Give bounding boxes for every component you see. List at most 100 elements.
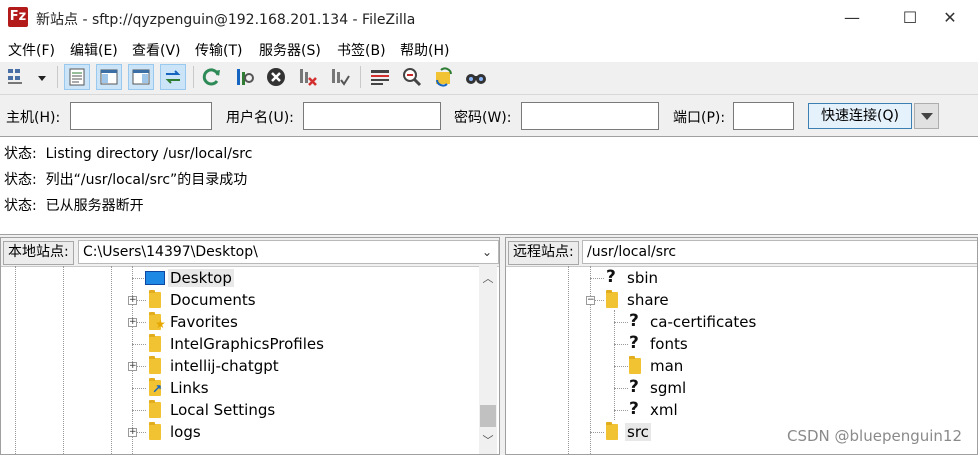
collapse-icon[interactable]: − — [586, 296, 595, 305]
minimize-icon: — — [844, 8, 860, 27]
tree-item-label: sgml — [650, 379, 687, 397]
menu-transfer[interactable]: 传输(T) — [195, 40, 242, 60]
close-button[interactable]: ✕ — [922, 0, 978, 36]
title-bar: Fz 新站点 - sftp://qyzpenguin@192.168.201.1… — [0, 0, 978, 36]
menu-bookmarks[interactable]: 书签(B) — [337, 40, 386, 60]
toolbar-separator — [193, 66, 194, 88]
toggle-local-tree-icon — [100, 69, 118, 85]
site-manager-dropdown[interactable] — [32, 64, 52, 90]
directory-filter-button[interactable] — [367, 64, 393, 90]
remote-tree-item-ca-certificates[interactable]: ? ca-certificates — [506, 311, 977, 333]
reconnect-button[interactable] — [327, 64, 353, 90]
compare-button[interactable] — [399, 64, 425, 90]
tree-item-label: Local Settings — [170, 401, 276, 419]
remote-path-combobox[interactable]: /usr/local/src — [582, 240, 977, 264]
sync-browse-button[interactable] — [431, 64, 457, 90]
menu-edit[interactable]: 编辑(E) — [70, 40, 118, 60]
reconnect-icon — [332, 69, 350, 86]
disconnect-button[interactable] — [295, 64, 321, 90]
local-tree-item-local-settings[interactable]: Local Settings — [1, 399, 479, 421]
menu-view[interactable]: 查看(V) — [132, 40, 181, 60]
folder-icon — [149, 400, 161, 418]
password-label: 密码(W): — [454, 110, 512, 126]
search-button[interactable] — [463, 64, 489, 90]
remote-tree-item-share[interactable]: − share — [506, 289, 977, 311]
local-site-bar: 本地站点: C:\Users\14397\Desktop\ ⌄ — [1, 238, 499, 267]
toggle-local-tree-button[interactable] — [96, 64, 122, 90]
local-path-combobox[interactable]: C:\Users\14397\Desktop\ ⌄ — [78, 240, 499, 264]
password-field[interactable] — [521, 102, 659, 130]
tree-item-label: man — [650, 357, 684, 375]
cancel-button[interactable] — [263, 64, 289, 90]
toggle-log-icon — [69, 68, 85, 86]
cancel-icon — [267, 68, 285, 86]
local-tree-item-intelgraphicsprofiles[interactable]: IntelGraphicsProfiles — [1, 333, 479, 355]
folder-icon — [606, 290, 618, 308]
folder-icon — [606, 422, 618, 440]
directory-listing-filter-icon — [371, 70, 389, 85]
quickconnect-dropdown[interactable] — [914, 103, 939, 129]
folder-icon — [629, 356, 641, 374]
scrollbar-thumb[interactable] — [480, 405, 496, 427]
port-field[interactable] — [733, 102, 794, 130]
username-field[interactable] — [303, 102, 441, 130]
local-tree-item-logs[interactable]: + logs — [1, 421, 479, 443]
remote-tree-item-fonts[interactable]: ? fonts — [506, 333, 977, 355]
log-line: 状态: Listing directory /usr/local/src — [4, 146, 253, 162]
site-manager-button[interactable] — [4, 64, 30, 90]
toolbar-separator — [57, 66, 58, 88]
remote-tree-item-man[interactable]: man — [506, 355, 977, 377]
minimize-button[interactable]: — — [824, 0, 880, 36]
site-manager-icon — [8, 69, 22, 84]
expand-icon[interactable]: + — [128, 296, 137, 305]
port-label: 端口(P): — [673, 110, 726, 126]
remote-tree-item-sbin[interactable]: ? sbin — [506, 267, 977, 289]
watermark: CSDN @bluepenguin12 — [786, 427, 962, 445]
refresh-button[interactable] — [199, 64, 225, 90]
local-tree-item-desktop[interactable]: Desktop — [1, 267, 479, 289]
remote-site-label: 远程站点: — [508, 241, 579, 265]
local-tree-scrollbar[interactable]: ︿ ﹀ — [479, 266, 497, 454]
process-queue-button[interactable] — [231, 64, 257, 90]
toolbar-separator — [360, 66, 361, 88]
tree-item-label: IntelGraphicsProfiles — [170, 335, 324, 353]
remote-tree-item-sgml[interactable]: ? sgml — [506, 377, 977, 399]
unknown-folder-icon: ? — [629, 377, 639, 397]
log-line: 状态: 已从服务器断开 — [4, 198, 144, 214]
local-tree-item-favorites[interactable]: + ★ Favorites — [1, 311, 479, 333]
folder-icon — [149, 334, 161, 352]
tree-item-label: logs — [170, 423, 201, 441]
remote-site-pane: 远程站点: /usr/local/src ? sbin − share ? ca… — [505, 237, 978, 455]
local-tree-item-intellij-chatgpt[interactable]: + intellij-chatgpt — [1, 355, 479, 377]
scroll-down-icon[interactable]: ﹀ — [482, 432, 494, 447]
toggle-remote-tree-button[interactable] — [128, 64, 154, 90]
filezilla-icon: Fz — [8, 7, 28, 27]
search-icon — [466, 74, 486, 84]
toggle-queue-button[interactable] — [160, 64, 186, 90]
menu-file[interactable]: 文件(F) — [8, 40, 55, 60]
refresh-icon — [202, 68, 220, 86]
local-tree-item-links[interactable]: ↗ Links — [1, 377, 479, 399]
scroll-up-icon[interactable]: ︿ — [482, 270, 494, 285]
expand-icon[interactable]: + — [128, 362, 137, 371]
quickconnect-button[interactable]: 快速连接(Q) — [808, 103, 912, 129]
local-site-label: 本地站点: — [3, 241, 74, 265]
menu-help[interactable]: 帮助(H) — [400, 40, 449, 60]
unknown-folder-icon: ? — [606, 267, 616, 287]
folder-icon — [149, 422, 161, 440]
host-field[interactable] — [70, 102, 212, 130]
username-label: 用户名(U): — [226, 110, 294, 126]
expand-icon[interactable]: + — [128, 318, 137, 327]
local-tree-item-documents[interactable]: + Documents — [1, 289, 479, 311]
sync-browse-icon — [436, 67, 452, 87]
tree-item-label: Desktop — [168, 269, 234, 287]
remote-tree-item-xml[interactable]: ? xml — [506, 399, 977, 421]
message-log[interactable]: 状态: Listing directory /usr/local/src 状态:… — [0, 136, 978, 235]
menu-bar: 文件(F) 编辑(E) 查看(V) 传输(T) 服务器(S) 书签(B) 帮助(… — [0, 36, 978, 62]
toggle-log-button[interactable] — [64, 64, 90, 90]
tree-item-label: fonts — [650, 335, 688, 353]
expand-icon[interactable]: + — [128, 428, 137, 437]
close-icon: ✕ — [943, 8, 957, 27]
menu-server[interactable]: 服务器(S) — [259, 40, 321, 60]
toolbar — [0, 62, 978, 95]
